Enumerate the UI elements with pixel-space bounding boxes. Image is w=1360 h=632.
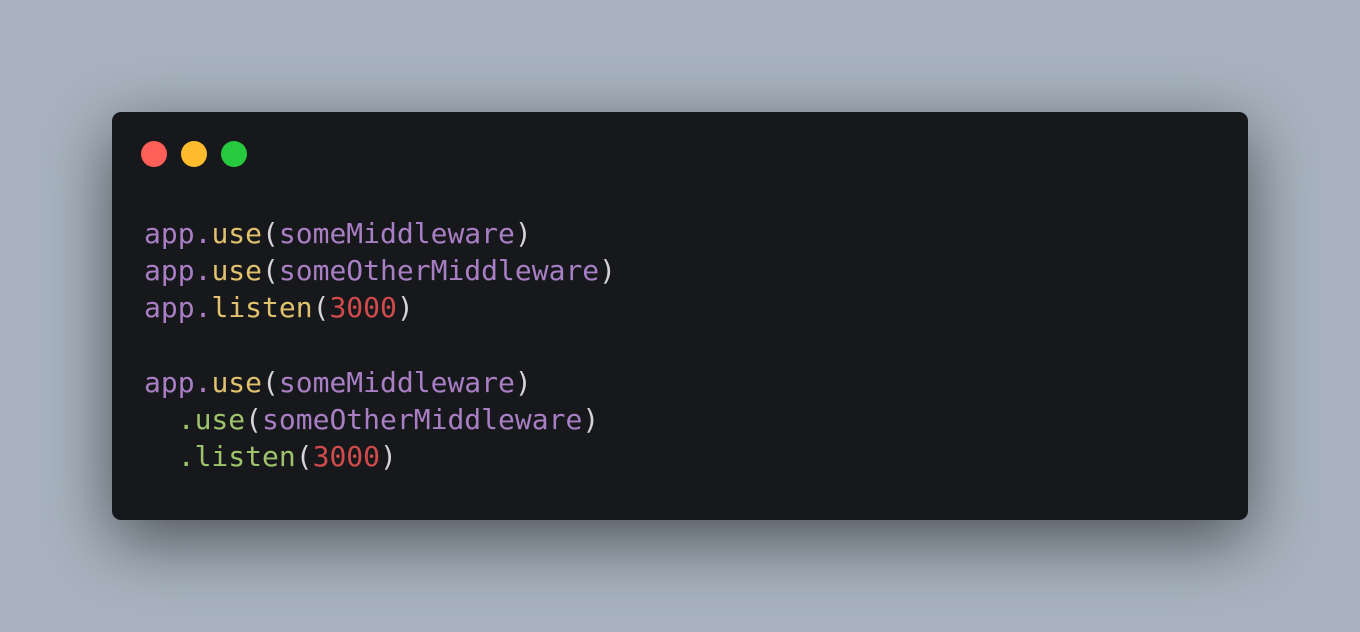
- code-token-punct: ): [396, 291, 414, 325]
- code-token-arg: someOtherMiddleware: [262, 402, 583, 436]
- code-token-chain: .listen: [177, 440, 296, 474]
- code-token-obj: app: [144, 217, 195, 250]
- code-token-punct: (: [262, 254, 279, 288]
- code-line: app.use(someMiddleware): [144, 364, 616, 401]
- code-token-punct: ): [582, 402, 600, 436]
- code-token-arg: someMiddleware: [278, 217, 515, 250]
- code-token-obj: .: [194, 254, 212, 288]
- code-token-arg: someOtherMiddleware: [278, 254, 600, 288]
- code-token-punct: ): [514, 365, 532, 399]
- code-token-obj: .: [194, 365, 212, 399]
- code-token-punct: [144, 403, 178, 436]
- code-token-num: 3000: [329, 291, 397, 325]
- code-token-fn: use: [211, 217, 263, 250]
- code-token-punct: ): [599, 254, 617, 288]
- code-token-fn: use: [211, 254, 263, 288]
- code-window: app.use(someMiddleware) app.use(someOther…: [112, 112, 1248, 520]
- code-token-punct: (: [245, 402, 263, 436]
- minimize-button[interactable]: [181, 141, 207, 167]
- code-token-punct: (: [262, 217, 279, 250]
- code-token-punct: (: [312, 291, 330, 325]
- code-token-punct: (: [295, 440, 313, 474]
- code-line: app.use(someMiddleware): [144, 215, 616, 252]
- code-token-punct: ): [514, 217, 532, 250]
- code-line: .use(someOtherMiddleware): [144, 401, 616, 438]
- code-token-chain: .use: [177, 402, 246, 436]
- code-token-arg: someMiddleware: [278, 365, 515, 399]
- window-controls: [141, 141, 247, 167]
- code-token-obj: app: [144, 365, 195, 399]
- code-token-obj: .: [194, 291, 212, 325]
- code-token-num: 3000: [312, 440, 381, 474]
- code-line: app.use(someOtherMiddleware): [144, 252, 616, 289]
- code-token-obj: app: [144, 291, 195, 325]
- code-line: .listen(3000): [144, 438, 616, 475]
- code-token-obj: app: [144, 254, 195, 288]
- code-token-punct: ): [380, 440, 397, 474]
- code-token-punct: [144, 440, 178, 473]
- code-line: app.listen(3000): [144, 289, 616, 326]
- close-button[interactable]: [141, 141, 167, 167]
- code-token-punct: (: [262, 365, 279, 399]
- maximize-button[interactable]: [221, 141, 247, 167]
- code-token-obj: .: [194, 217, 212, 250]
- code-token-fn: listen: [211, 291, 313, 325]
- code-token-fn: use: [211, 365, 263, 399]
- code-block: app.use(someMiddleware) app.use(someOther…: [144, 215, 616, 475]
